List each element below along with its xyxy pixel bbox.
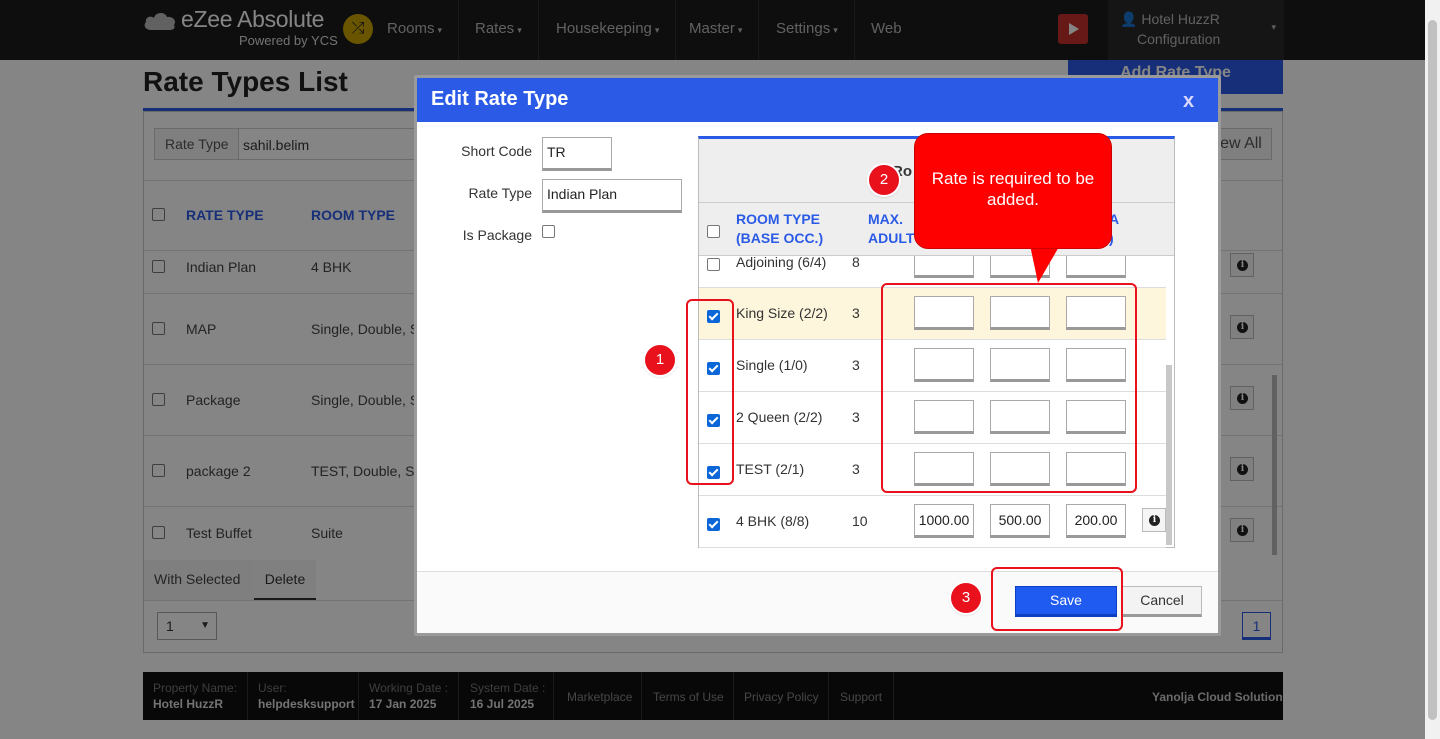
callout-pointer <box>1030 245 1060 283</box>
max-adult: 10 <box>852 513 868 529</box>
close-icon[interactable]: x <box>1183 90 1194 113</box>
room-name: TEST (2/1) <box>736 461 805 477</box>
annotation-checkbox-highlight <box>686 299 734 485</box>
select-all-rooms-checkbox[interactable] <box>707 225 720 238</box>
col-max-adult-header: MAX. ADULT <box>868 211 915 246</box>
table-scrollbar[interactable] <box>1166 365 1172 545</box>
rate-info-button[interactable]: i <box>1142 508 1166 532</box>
rate-input[interactable]: 200.00 <box>1066 504 1126 538</box>
room-name: 2 Queen (2/2) <box>736 409 823 425</box>
annotation-callout: Rate is required to be added. <box>914 133 1112 249</box>
annotation-badge-3: 3 <box>951 583 981 613</box>
room-checkbox[interactable] <box>707 518 720 531</box>
max-adult: 3 <box>852 461 860 477</box>
room-name: King Size (2/2) <box>736 305 828 321</box>
info-icon: i <box>1149 515 1160 526</box>
max-adult: 3 <box>852 409 860 425</box>
rate-input[interactable] <box>914 256 974 278</box>
annotation-save-highlight <box>991 567 1123 631</box>
rate-type-input[interactable]: Indian Plan <box>542 179 682 213</box>
is-package-checkbox[interactable] <box>542 225 555 238</box>
max-adult: 8 <box>852 254 860 270</box>
max-adult: 3 <box>852 305 860 321</box>
short-code-input[interactable]: TR <box>542 137 612 171</box>
room-name: Single (1/0) <box>736 357 808 373</box>
rate-type-label: Rate Type <box>468 185 532 201</box>
annotation-rate-inputs-highlight <box>881 283 1137 493</box>
annotation-badge-2: 2 <box>869 165 899 195</box>
room-name: Adjoining (6/4) <box>736 254 827 270</box>
max-adult: 3 <box>852 357 860 373</box>
page-scrollbar[interactable] <box>1425 0 1440 739</box>
cancel-button[interactable]: Cancel <box>1122 586 1202 617</box>
rate-input[interactable]: 1000.00 <box>914 504 974 538</box>
rate-input[interactable]: 500.00 <box>990 504 1050 538</box>
annotation-badge-1: 1 <box>645 345 675 375</box>
scrollbar-thumb[interactable] <box>1428 20 1437 720</box>
short-code-label: Short Code <box>461 143 532 159</box>
room-name: 4 BHK (8/8) <box>736 513 810 529</box>
is-package-label: Is Package <box>462 227 532 243</box>
room-checkbox[interactable] <box>707 258 720 271</box>
col-room-type-header[interactable]: ROOM TYPE (BASE OCC.) <box>736 210 823 248</box>
dialog-title: Edit Rate Type <box>431 88 569 110</box>
